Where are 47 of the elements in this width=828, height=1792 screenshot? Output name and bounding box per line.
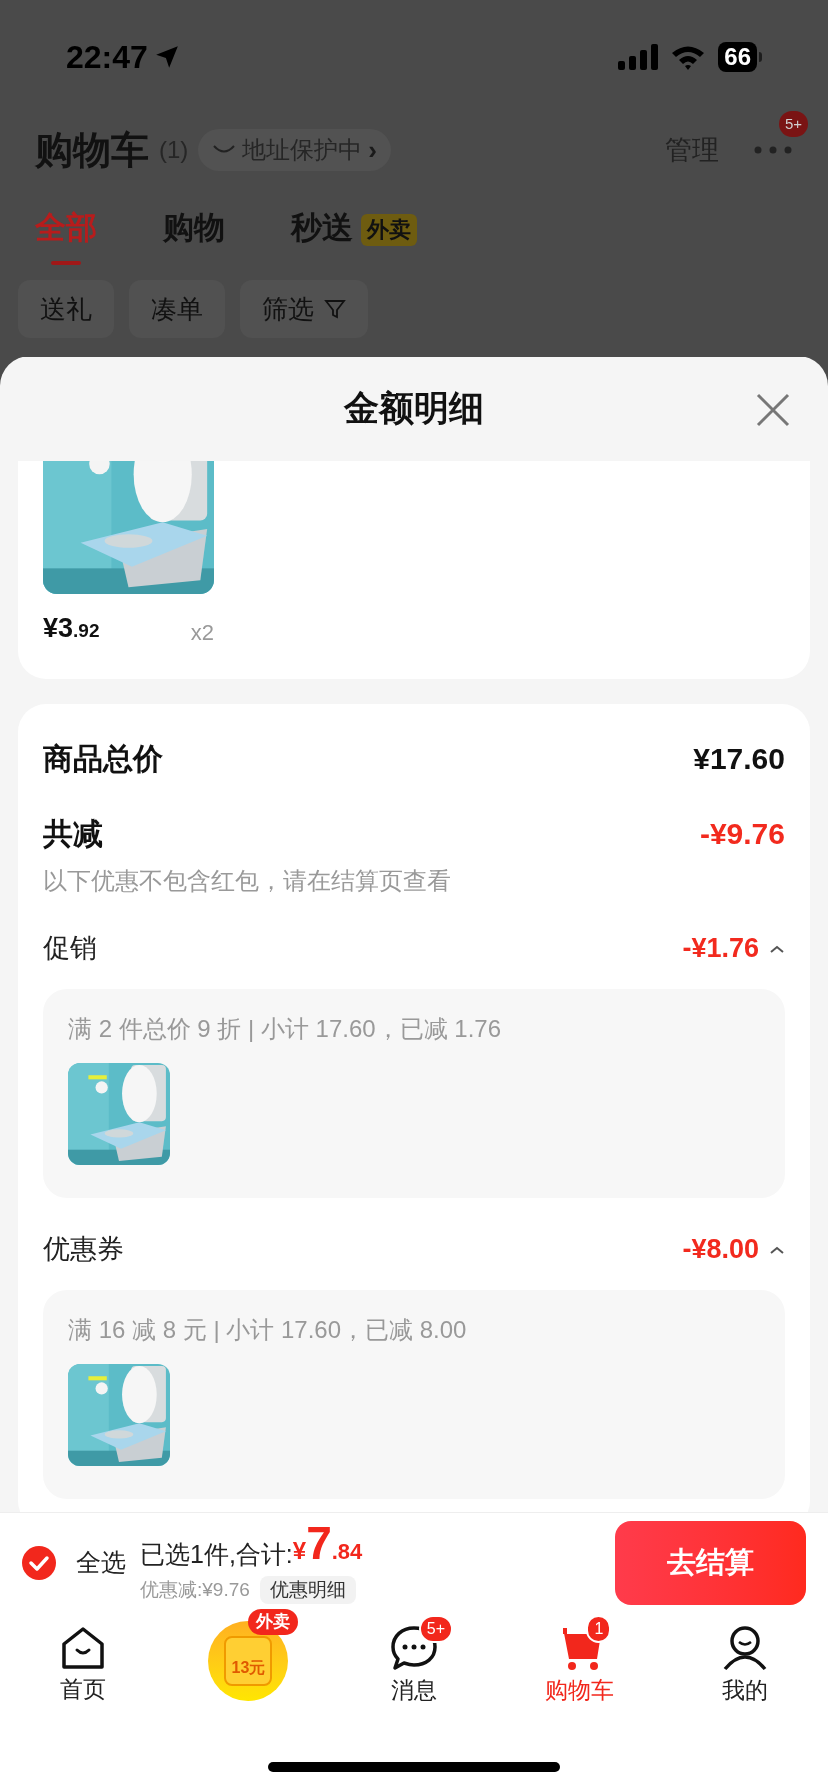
checkbox[interactable] xyxy=(22,1545,56,1580)
tab[interactable]: 购物 xyxy=(163,194,225,266)
total-value: ¥17.60 xyxy=(693,741,785,777)
selection-summary: 已选1件,合计: xyxy=(140,1538,293,1570)
item-quantity: x2 xyxy=(190,618,214,647)
section-amount: -¥1.76 xyxy=(682,932,759,966)
close-icon[interactable] xyxy=(756,393,790,427)
section-amount: -¥8.00 xyxy=(682,1233,759,1267)
total-price: ¥7.84 xyxy=(292,1520,363,1571)
chevron-up-icon[interactable] xyxy=(769,943,785,954)
count-badge: 5+ xyxy=(418,1615,454,1643)
chevron-up-icon[interactable] xyxy=(769,1244,785,1255)
section-label: 优惠券 xyxy=(43,1233,124,1267)
count-badge: 1 xyxy=(586,1615,612,1643)
section-detail: 满 16 减 8 元 | 小计 17.60，已减 8.00 xyxy=(68,1314,468,1345)
discount-details-button[interactable]: 优惠明细 xyxy=(259,1576,356,1604)
filter-icon xyxy=(324,298,346,320)
section-label: 促销 xyxy=(43,932,97,966)
discount-note: 以下优惠不包含红包，请在结算页查看 xyxy=(43,865,452,896)
wifi-icon xyxy=(670,44,707,70)
discount-label: 共减 xyxy=(43,816,103,852)
total-label: 商品总价 xyxy=(43,741,163,777)
discount-value: -¥9.76 xyxy=(699,816,785,852)
signal-icon xyxy=(618,44,659,70)
filter-chip[interactable]: 送礼 xyxy=(18,280,114,338)
takeout-badge: 外卖 xyxy=(361,214,417,246)
section-detail: 满 2 件总价 9 折 | 小计 17.60，已减 1.76 xyxy=(68,1013,503,1044)
notification-badge: 5+ xyxy=(779,111,809,137)
filter-chip[interactable]: 筛选 xyxy=(240,280,368,338)
filter-chip[interactable]: 凑单 xyxy=(129,280,225,338)
promo-text: 13元 xyxy=(231,1658,266,1678)
takeout-badge: 外卖 xyxy=(248,1609,299,1635)
item-price: ¥3.92 xyxy=(43,612,100,645)
tab-bar-item[interactable]: 我的 xyxy=(722,1615,769,1707)
checkout-button[interactable]: 去结算 xyxy=(615,1520,806,1605)
home-icon xyxy=(59,1626,106,1670)
saved-amount: 优惠减:¥9.76 xyxy=(140,1577,250,1602)
tab-bar-item[interactable]: 首页 xyxy=(59,1616,106,1706)
sheet-title: 金额明细 xyxy=(344,387,484,430)
person-icon xyxy=(722,1625,769,1671)
page-title: 购物车 xyxy=(35,127,149,173)
select-all-label[interactable]: 全选 xyxy=(76,1543,126,1582)
chevron-icon: › xyxy=(368,130,377,170)
battery-icon: 66 xyxy=(718,42,757,72)
tab[interactable]: 全部 xyxy=(35,194,97,266)
tab[interactable]: 秒送 xyxy=(291,194,353,266)
status-time: 22:47 xyxy=(66,38,148,77)
